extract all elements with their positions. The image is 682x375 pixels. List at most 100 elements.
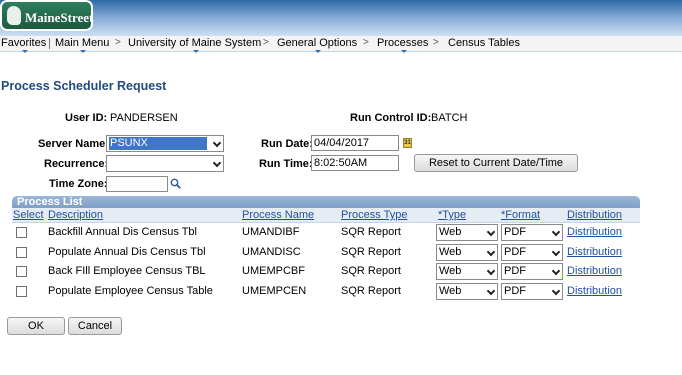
format-value: PDF — [504, 265, 526, 277]
server-name-select[interactable]: PSUNX — [106, 135, 224, 152]
time-zone-label: Time Zone: — [49, 178, 108, 190]
chevron-down-icon — [212, 158, 222, 168]
run-date-label: Run Date: — [261, 138, 313, 150]
nav-crumb-label: General Options — [277, 37, 358, 49]
type-value: Web — [439, 226, 462, 238]
nav-divider — [49, 38, 50, 49]
chevron-down-icon — [192, 50, 199, 53]
column-header-process-name[interactable]: Process Name — [242, 209, 314, 221]
process-name-cell: UMEMPCBF — [242, 265, 305, 277]
nav-favorites[interactable]: Favorites — [1, 36, 47, 53]
logo-text: MaineStreet — [25, 10, 94, 25]
type-select[interactable]: Web — [436, 244, 498, 261]
run-control-id-label: Run Control ID: — [350, 112, 432, 124]
distribution-link[interactable]: Distribution — [567, 265, 622, 277]
select-checkbox[interactable] — [16, 286, 27, 297]
nav-crumb-processes[interactable]: Processes — [377, 36, 429, 53]
run-time-label: Run Time: — [259, 158, 313, 170]
process-list-title: Process List — [17, 196, 83, 208]
format-select[interactable]: PDF — [501, 224, 563, 241]
chevron-down-icon — [551, 247, 561, 257]
run-time-input[interactable]: 8:02:50AM — [311, 155, 399, 171]
select-checkbox[interactable] — [16, 247, 27, 258]
nav-crumb-label: University of Maine System — [128, 37, 262, 49]
chevron-down-icon — [551, 286, 561, 296]
search-icon[interactable] — [170, 178, 181, 189]
table-row: Backfill Annual Dis Census Tbl UMANDIBF … — [12, 223, 640, 242]
type-select[interactable]: Web — [436, 224, 498, 241]
nav-main-menu[interactable]: Main Menu — [55, 36, 110, 53]
nav-crumb-general-options[interactable]: General Options — [277, 36, 358, 53]
distribution-link[interactable]: Distribution — [567, 285, 622, 297]
process-name-cell: UMANDIBF — [242, 226, 300, 238]
format-value: PDF — [504, 285, 526, 297]
reset-date-time-button[interactable]: Reset to Current Date/Time — [414, 154, 578, 172]
format-value: PDF — [504, 226, 526, 238]
recurrence-label: Recurrence: — [44, 158, 109, 170]
calendar-icon[interactable]: 31 — [403, 138, 412, 148]
process-type-cell: SQR Report — [341, 226, 401, 238]
type-select[interactable]: Web — [436, 283, 498, 300]
page-title: Process Scheduler Request — [1, 79, 167, 93]
nav-main-menu-label: Main Menu — [55, 37, 110, 49]
chevron-down-icon — [212, 138, 222, 148]
chevron-right-icon: > — [433, 37, 439, 48]
process-type-cell: SQR Report — [341, 265, 401, 277]
chevron-down-icon — [315, 50, 322, 53]
column-header-format[interactable]: *Format — [501, 209, 540, 221]
nav-crumb-label: Census Tables — [448, 37, 520, 49]
chevron-down-icon — [486, 227, 496, 237]
description-cell: Back FIll Employee Census TBL — [48, 265, 206, 277]
chevron-down-icon — [21, 50, 28, 53]
nav-crumb-census-tables[interactable]: Census Tables — [448, 36, 520, 50]
description-cell: Backfill Annual Dis Census Tbl — [48, 226, 197, 238]
format-value: PDF — [504, 246, 526, 258]
chevron-right-icon: > — [363, 37, 369, 48]
header-banner: MaineStreet — [0, 0, 682, 36]
ok-button[interactable]: OK — [7, 317, 65, 335]
nav-crumb-university[interactable]: University of Maine System — [128, 36, 262, 53]
server-name-value: PSUNX — [109, 137, 207, 150]
user-id-value: PANDERSEN — [110, 112, 178, 124]
maine-map-icon — [7, 6, 21, 25]
process-type-cell: SQR Report — [341, 285, 401, 297]
nav-crumb-label: Processes — [377, 37, 429, 49]
breadcrumb: Favorites Main Menu > University of Main… — [0, 36, 682, 53]
select-checkbox[interactable] — [16, 266, 27, 277]
column-header-type[interactable]: *Type — [438, 209, 466, 221]
run-control-id-value: BATCH — [431, 112, 468, 124]
type-value: Web — [439, 265, 462, 277]
column-header-description[interactable]: Description — [48, 209, 103, 221]
server-name-label: Server Name: — [38, 138, 109, 150]
column-header-distribution[interactable]: Distribution — [567, 209, 622, 221]
chevron-right-icon: > — [115, 37, 121, 48]
select-checkbox[interactable] — [16, 227, 27, 238]
process-type-cell: SQR Report — [341, 246, 401, 258]
run-date-input[interactable]: 04/04/2017 — [311, 135, 399, 151]
distribution-link[interactable]: Distribution — [567, 226, 622, 238]
description-cell: Populate Employee Census Table — [48, 285, 213, 297]
distribution-link[interactable]: Distribution — [567, 246, 622, 258]
chevron-down-icon — [486, 266, 496, 276]
chevron-down-icon — [551, 266, 561, 276]
cancel-button[interactable]: Cancel — [68, 317, 122, 335]
mainestreet-logo[interactable]: MaineStreet — [0, 0, 93, 31]
column-header-select[interactable]: Select — [13, 209, 44, 221]
chevron-down-icon — [551, 227, 561, 237]
chevron-right-icon: > — [263, 37, 269, 48]
chevron-down-icon — [486, 286, 496, 296]
type-value: Web — [439, 246, 462, 258]
format-select[interactable]: PDF — [501, 244, 563, 261]
chevron-down-icon — [400, 50, 407, 53]
table-row: Populate Annual Dis Census Tbl UMANDISC … — [12, 243, 640, 262]
process-list-header: Process List — [12, 196, 640, 208]
table-row: Populate Employee Census Table UMEMPCEN … — [12, 282, 640, 301]
format-select[interactable]: PDF — [501, 263, 563, 280]
process-list-column-headers: Select Description Process Name Process … — [12, 208, 640, 223]
type-select[interactable]: Web — [436, 263, 498, 280]
recurrence-select[interactable] — [106, 155, 224, 172]
time-zone-input[interactable] — [106, 176, 168, 192]
column-header-process-type[interactable]: Process Type — [341, 209, 407, 221]
format-select[interactable]: PDF — [501, 283, 563, 300]
nav-favorites-label: Favorites — [1, 37, 47, 49]
